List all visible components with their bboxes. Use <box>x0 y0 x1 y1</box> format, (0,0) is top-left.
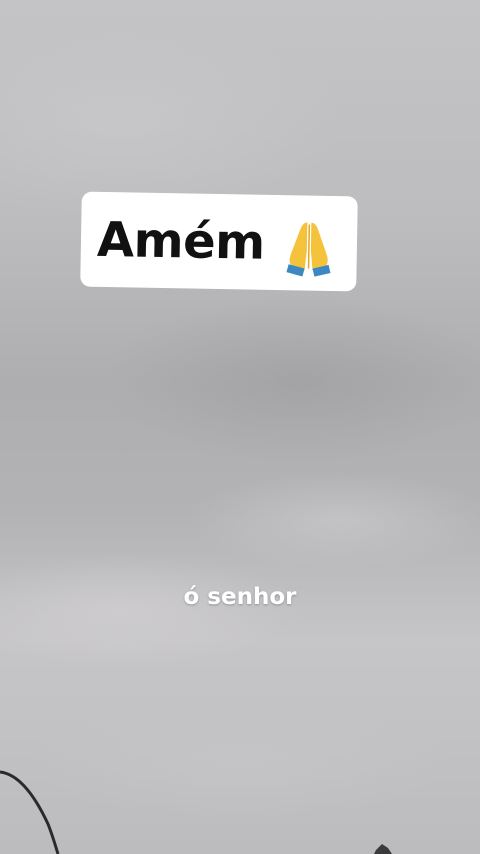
power-line <box>0 770 392 854</box>
amem-sticker[interactable]: Amém <box>80 191 358 292</box>
cloudy-sky-background <box>0 0 480 854</box>
sticker-text: Amém <box>96 211 266 271</box>
caption-text: ó senhor <box>183 584 297 610</box>
folded-hands-icon <box>286 222 331 277</box>
